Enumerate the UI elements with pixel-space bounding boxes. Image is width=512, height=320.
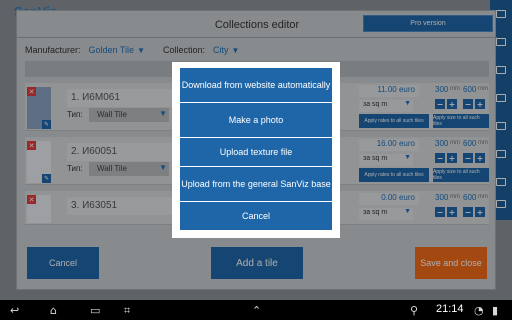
- clock: 21:14: [436, 303, 464, 315]
- menu-item-upload-texture[interactable]: Upload texture file: [180, 138, 332, 166]
- screenshot-icon[interactable]: ⌗: [124, 304, 130, 318]
- back-icon[interactable]: ↩: [10, 304, 19, 317]
- recent-apps-icon[interactable]: ▭: [90, 304, 100, 317]
- menu-item-upload-sanviz-base[interactable]: Upload from the general SanViz base: [180, 167, 332, 201]
- menu-item-cancel[interactable]: Cancel: [180, 202, 332, 230]
- system-navigation-bar: ↩ ⌂ ▭ ⌗ ⌃ ⚲ 21:14 ◔ ▮: [0, 300, 512, 320]
- home-icon[interactable]: ⌂: [50, 304, 57, 317]
- wifi-icon: ◔: [474, 304, 484, 317]
- menu-item-download-website[interactable]: Download from website automatically: [180, 68, 332, 102]
- battery-icon: ▮: [492, 304, 499, 317]
- menu-item-make-photo[interactable]: Make a photo: [180, 103, 332, 137]
- chevron-up-icon[interactable]: ⌃: [252, 304, 261, 317]
- usb-icon: ⚲: [410, 304, 419, 317]
- upload-source-menu: Download from website automatically Make…: [172, 62, 340, 238]
